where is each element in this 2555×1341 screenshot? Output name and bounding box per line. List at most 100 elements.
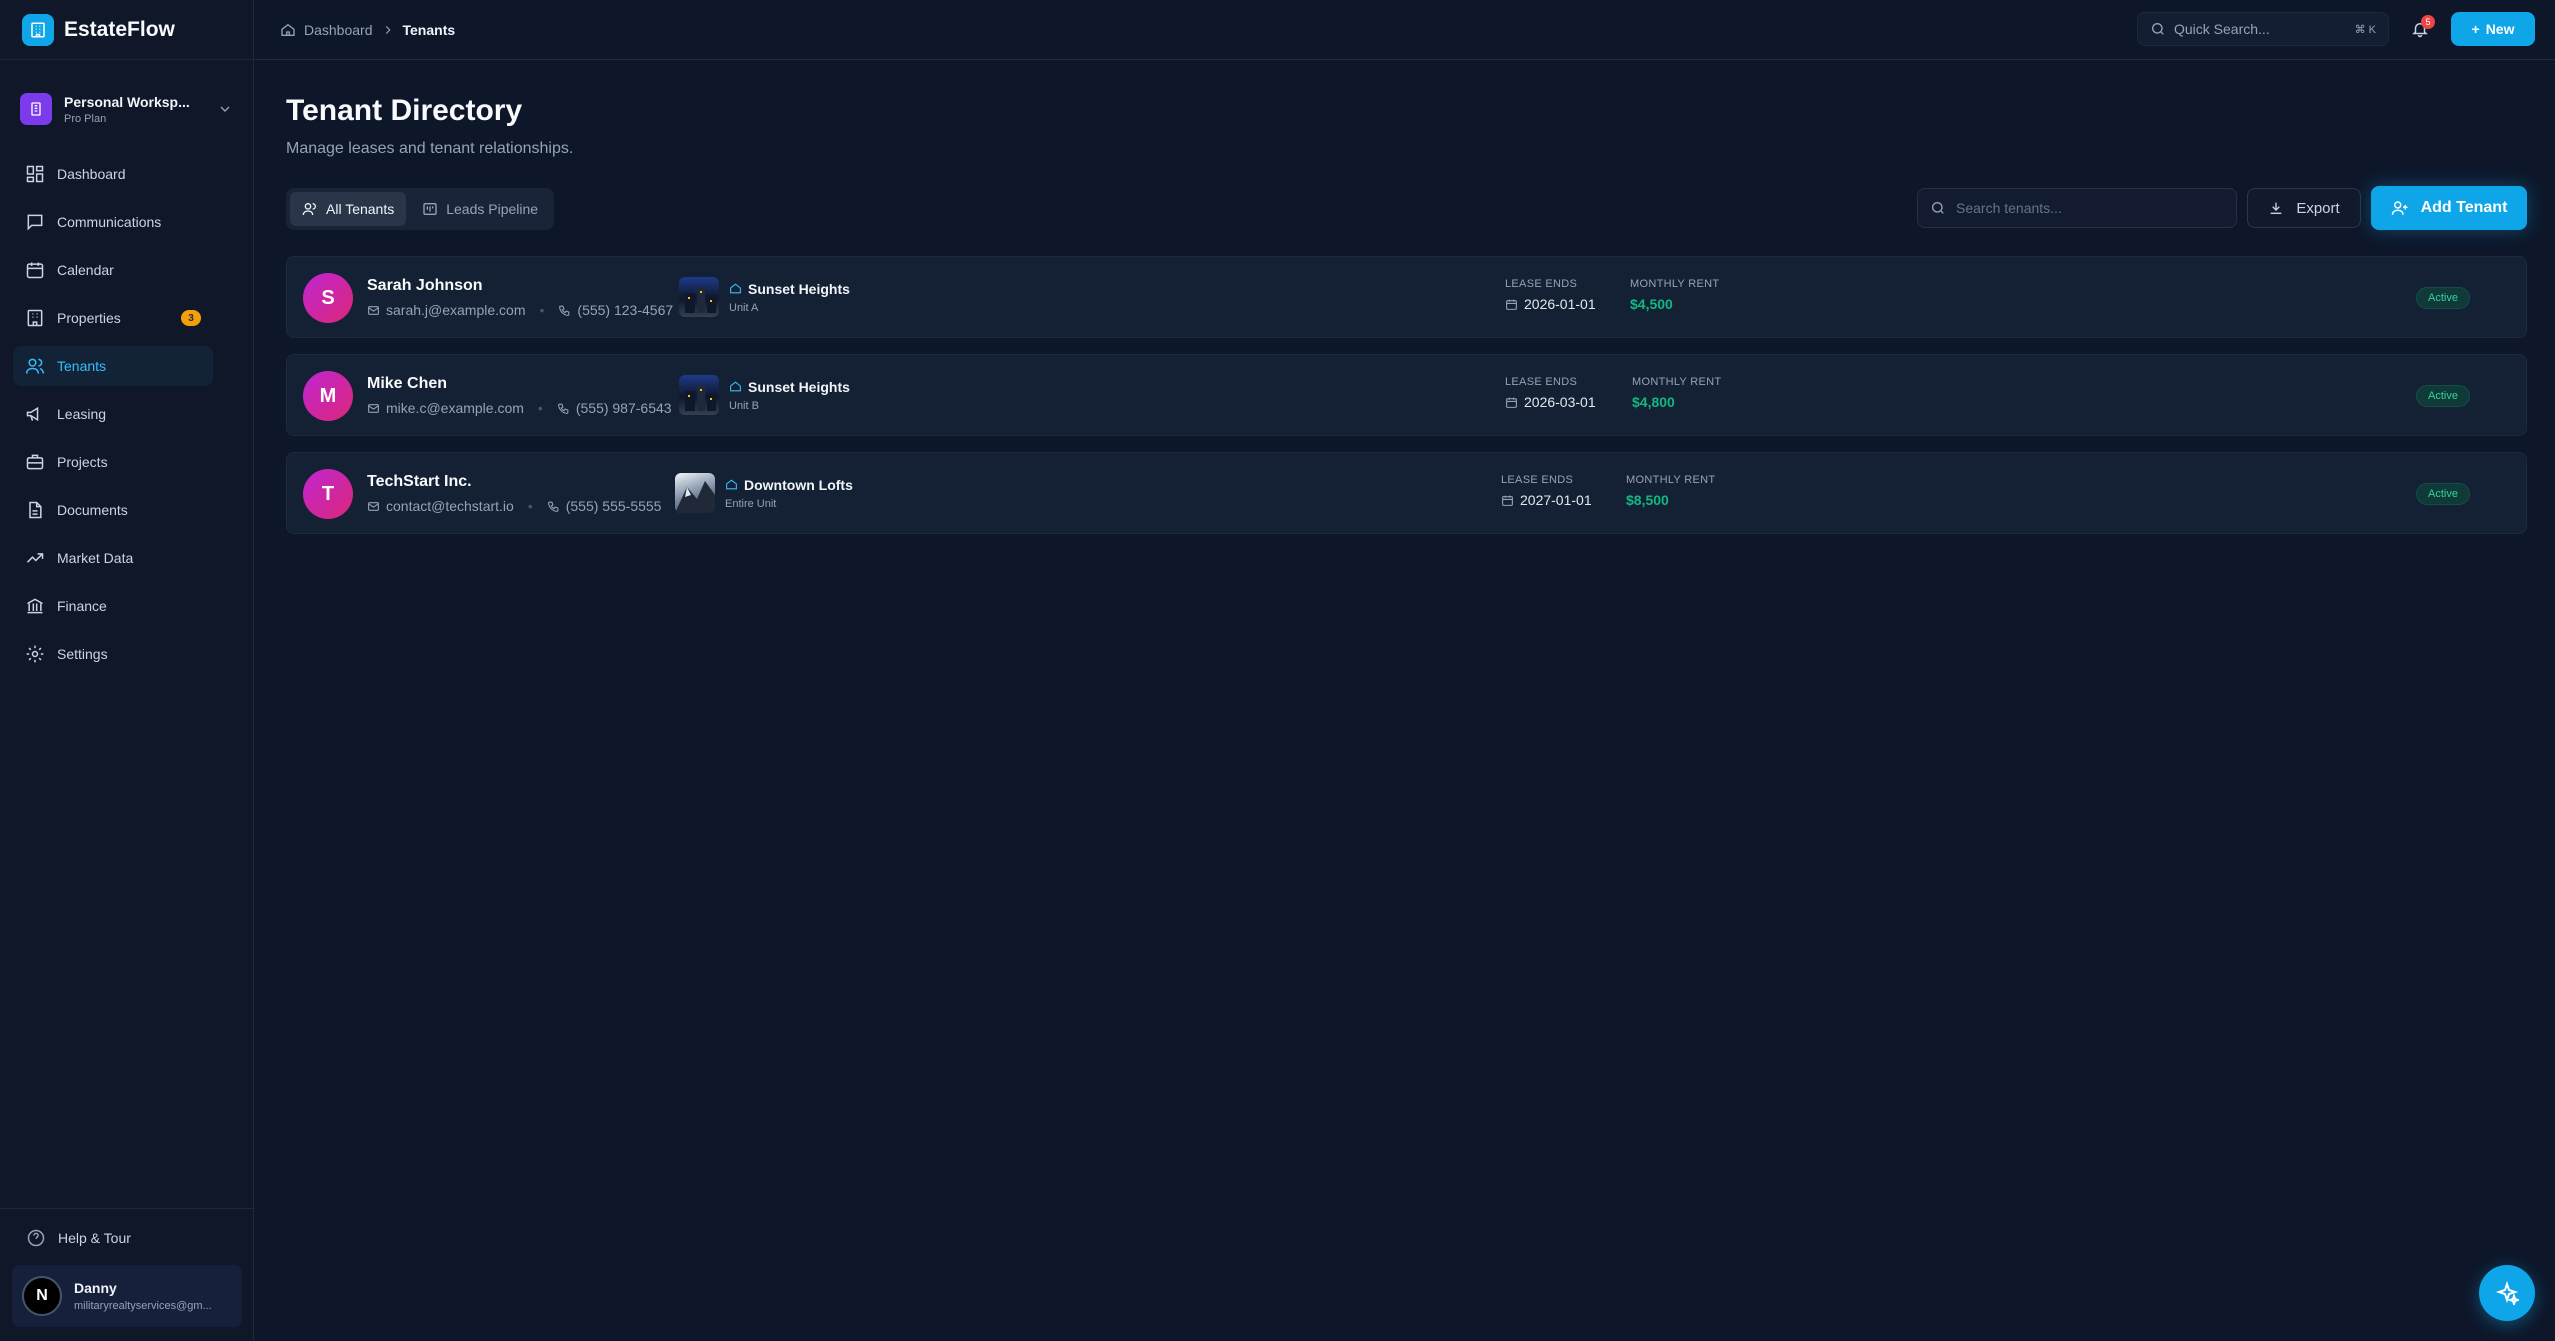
tenant-row[interactable]: S Sarah Johnson sarah.j@example.com • (5…	[286, 256, 2527, 338]
trending-up-icon	[26, 553, 44, 563]
sidebar-item-communications[interactable]: Communications	[13, 202, 213, 242]
sidebar-item-properties[interactable]: Properties 3	[13, 298, 213, 338]
workspace-name: Personal Worksp...	[64, 93, 190, 110]
separator-dot: •	[537, 400, 543, 416]
help-circle-icon	[27, 1229, 45, 1247]
page-title: Tenant Directory	[286, 94, 523, 127]
sidebar: EstateFlow Personal Worksp... Pro Plan D…	[0, 0, 254, 1341]
sidebar-item-label: Leasing	[57, 406, 107, 422]
sidebar-item-market-data[interactable]: Market Data	[13, 538, 213, 578]
avatar: T	[303, 469, 353, 519]
plus-icon: +	[2471, 21, 2480, 37]
tenant-property[interactable]: Sunset Heights Unit B	[679, 375, 850, 415]
quick-search-placeholder: Quick Search...	[2174, 21, 2270, 37]
bank-icon	[27, 598, 43, 614]
home-icon	[730, 381, 741, 392]
app-name: EstateFlow	[64, 17, 175, 41]
lease-ends: LEASE ENDS 2027-01-01	[1501, 474, 1592, 508]
kanban-icon	[423, 203, 437, 215]
add-tenant-button[interactable]: Add Tenant	[2371, 186, 2527, 230]
message-icon	[27, 214, 43, 231]
search-icon	[1932, 202, 1944, 214]
property-thumbnail	[675, 473, 715, 513]
sidebar-item-calendar[interactable]: Calendar	[13, 250, 213, 290]
monthly-rent-label: MONTHLY RENT	[1632, 376, 1722, 388]
user-name: Danny	[74, 1280, 117, 1296]
ai-assistant-button[interactable]	[2479, 1265, 2535, 1321]
sidebar-item-label: Calendar	[57, 262, 114, 278]
lease-ends: LEASE ENDS 2026-01-01	[1505, 278, 1596, 312]
tenant-name: Sarah Johnson	[367, 277, 483, 294]
brand[interactable]: EstateFlow	[0, 0, 253, 60]
status-badge: Active	[2416, 483, 2470, 505]
tenant-property[interactable]: Sunset Heights Unit A	[679, 277, 850, 317]
export-button[interactable]: Export	[2247, 188, 2361, 228]
building-icon	[27, 309, 43, 327]
tab-leads-pipeline[interactable]: Leads Pipeline	[410, 192, 550, 226]
sidebar-item-tenants[interactable]: Tenants	[13, 346, 213, 386]
help-tour-link[interactable]: Help & Tour	[0, 1223, 254, 1253]
user-email: militaryrealtyservices@gm...	[74, 1300, 212, 1312]
property-name: Sunset Heights	[748, 280, 850, 297]
notifications-button[interactable]: 5	[2405, 14, 2435, 44]
sidebar-item-documents[interactable]: Documents	[13, 490, 213, 530]
sidebar-item-settings[interactable]: Settings	[13, 634, 213, 674]
sidebar-item-label: Market Data	[57, 550, 134, 566]
tenant-phone[interactable]: (555) 555-5555	[566, 498, 662, 514]
mail-icon	[368, 305, 379, 315]
calendar-icon	[26, 262, 44, 279]
sidebar-item-finance[interactable]: Finance	[13, 586, 213, 626]
monthly-rent-value: $8,500	[1626, 492, 1669, 508]
breadcrumb-dashboard[interactable]: Dashboard	[304, 22, 373, 38]
avatar: S	[303, 273, 353, 323]
shortcut-hint: ⌘ K	[2354, 23, 2376, 36]
tenant-row[interactable]: M Mike Chen mike.c@example.com • (555) 9…	[286, 354, 2527, 436]
monthly-rent: MONTHLY RENT $8,500	[1626, 474, 1715, 508]
monthly-rent: MONTHLY RENT $4,500	[1630, 278, 1719, 312]
status-badge: Active	[2416, 385, 2470, 407]
tenant-row[interactable]: T TechStart Inc. contact@techstart.io • …	[286, 452, 2527, 534]
sidebar-footer: Help & Tour N Danny militaryrealtyservic…	[0, 1208, 254, 1341]
breadcrumb: Dashboard Tenants	[280, 22, 455, 38]
status-badge: Active	[2416, 287, 2470, 309]
megaphone-icon	[26, 406, 39, 422]
workspace-icon	[20, 93, 52, 125]
tenant-email[interactable]: mike.c@example.com	[386, 400, 524, 416]
notification-count-badge: 5	[2421, 15, 2435, 29]
gear-icon	[26, 645, 44, 663]
monthly-rent-value: $4,800	[1632, 394, 1675, 410]
monthly-rent-label: MONTHLY RENT	[1626, 474, 1716, 486]
help-label: Help & Tour	[58, 1230, 131, 1246]
workspace-plan: Pro Plan	[64, 112, 107, 125]
calendar-icon	[1502, 495, 1513, 506]
tab-all-tenants[interactable]: All Tenants	[290, 192, 407, 226]
sidebar-item-leasing[interactable]: Leasing	[13, 394, 213, 434]
tenant-email[interactable]: sarah.j@example.com	[386, 302, 526, 318]
tenant-contact: sarah.j@example.com • (555) 123-4567	[367, 302, 673, 318]
sidebar-item-projects[interactable]: Projects	[13, 442, 213, 482]
tenant-property[interactable]: Downtown Lofts Entire Unit	[675, 473, 853, 513]
lease-ends: LEASE ENDS 2026-03-01	[1505, 376, 1596, 410]
mail-icon	[368, 403, 379, 413]
tenant-phone[interactable]: (555) 123-4567	[577, 302, 673, 318]
lease-ends-label: LEASE ENDS	[1505, 376, 1578, 388]
quick-search[interactable]: Quick Search... ⌘ K	[2137, 12, 2389, 46]
separator-dot: •	[539, 302, 545, 318]
tenant-phone[interactable]: (555) 987-6543	[576, 400, 672, 416]
search-input[interactable]	[1956, 200, 2224, 216]
calendar-icon	[1506, 299, 1517, 310]
monthly-rent-value: $4,500	[1630, 296, 1673, 312]
sparkles-icon	[2495, 1281, 2519, 1305]
avatar: M	[303, 371, 353, 421]
user-profile-card[interactable]: N Danny militaryrealtyservices@gm...	[12, 1265, 242, 1327]
tenant-contact: contact@techstart.io • (555) 555-5555	[367, 498, 661, 514]
workspace-switcher[interactable]: Personal Worksp... Pro Plan	[16, 86, 237, 132]
sidebar-item-dashboard[interactable]: Dashboard	[13, 154, 213, 194]
tenant-search	[1917, 188, 2237, 228]
mail-icon	[368, 501, 379, 511]
new-button[interactable]: + New	[2451, 12, 2535, 46]
property-unit: Unit B	[729, 399, 759, 412]
property-name: Downtown Lofts	[744, 476, 853, 493]
sidebar-item-label: Dashboard	[57, 166, 126, 182]
tenant-email[interactable]: contact@techstart.io	[386, 498, 514, 514]
